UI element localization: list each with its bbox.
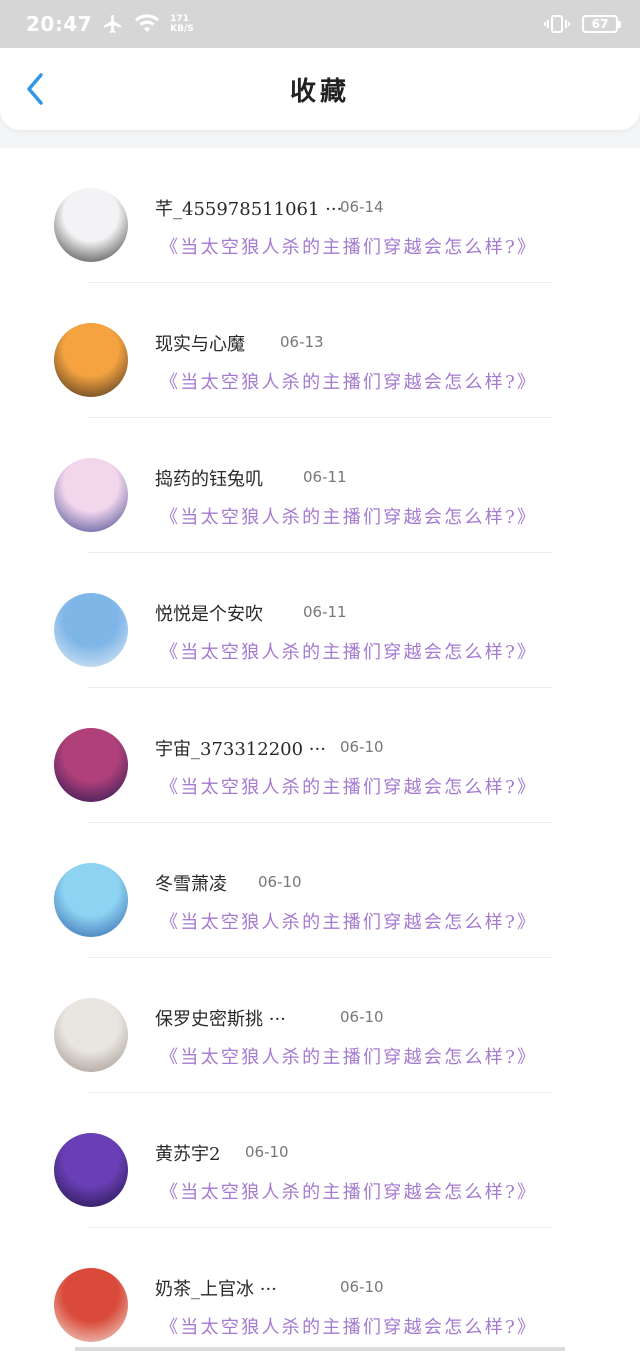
favorite-title-link[interactable]: 《当太空狼人杀的主播们穿越会怎么样?》 <box>160 908 537 934</box>
favorite-title-link[interactable]: 《当太空狼人杀的主播们穿越会怎么样?》 <box>160 1313 537 1339</box>
favorite-date: 06-10 <box>340 1008 384 1026</box>
favorites-list[interactable]: 芊_455978511061 ··· 06-14 《当太空狼人杀的主播们穿越会怎么样… <box>0 148 640 1351</box>
avatar[interactable] <box>54 1133 128 1207</box>
status-left: 20:47 171 KB/S <box>26 12 194 36</box>
status-time: 20:47 <box>26 12 93 36</box>
status-right: 67 <box>544 14 621 34</box>
favorite-date: 06-10 <box>258 873 302 891</box>
avatar[interactable] <box>54 728 128 802</box>
wifi-icon <box>134 14 160 34</box>
favorite-date: 06-13 <box>280 333 324 351</box>
avatar[interactable] <box>54 1268 128 1342</box>
speed-unit: KB/S <box>170 24 194 34</box>
back-button[interactable] <box>18 72 52 110</box>
favorite-date: 06-14 <box>340 198 384 216</box>
list-item[interactable]: 冬雪萧凌 06-10 《当太空狼人杀的主播们穿越会怎么样?》 <box>0 823 640 958</box>
favorite-title-link[interactable]: 《当太空狼人杀的主播们穿越会怎么样?》 <box>160 368 537 394</box>
favorite-date: 06-11 <box>303 468 347 486</box>
favorite-date: 06-10 <box>340 738 384 756</box>
avatar[interactable] <box>54 863 128 937</box>
airplane-icon <box>102 13 124 35</box>
user-name: 悦悦是个安吹 <box>155 604 263 625</box>
favorite-title-link[interactable]: 《当太空狼人杀的主播们穿越会怎么样?》 <box>160 233 537 259</box>
chevron-left-icon <box>24 72 46 110</box>
network-speed: 171 KB/S <box>170 14 194 34</box>
avatar[interactable] <box>54 188 128 262</box>
scroll-indicator <box>75 1347 565 1351</box>
favorite-title-link[interactable]: 《当太空狼人杀的主播们穿越会怎么样?》 <box>160 638 537 664</box>
user-name: 捣药的钰兔叽 <box>155 469 263 490</box>
list-item[interactable]: 保罗史密斯挑 ··· 06-10 《当太空狼人杀的主播们穿越会怎么样?》 <box>0 958 640 1093</box>
page-title: 收藏 <box>289 76 350 107</box>
favorite-date: 06-10 <box>245 1143 289 1161</box>
favorite-title-link[interactable]: 《当太空狼人杀的主播们穿越会怎么样?》 <box>160 1043 537 1069</box>
list-item[interactable]: 捣药的钰兔叽 06-11 《当太空狼人杀的主播们穿越会怎么样?》 <box>0 418 640 553</box>
speed-value: 171 <box>170 14 189 24</box>
list-item[interactable]: 现实与心魔 06-13 《当太空狼人杀的主播们穿越会怎么样?》 <box>0 283 640 418</box>
list-item[interactable]: 悦悦是个安吹 06-11 《当太空狼人杀的主播们穿越会怎么样?》 <box>0 553 640 688</box>
list-item[interactable]: 奶茶_上官冰 ··· 06-10 《当太空狼人杀的主播们穿越会怎么样?》 <box>0 1228 640 1351</box>
favorite-date: 06-11 <box>303 603 347 621</box>
list-item[interactable]: 芊_455978511061 ··· 06-14 《当太空狼人杀的主播们穿越会怎么样… <box>0 148 640 283</box>
avatar[interactable] <box>54 323 128 397</box>
user-name: 现实与心魔 <box>155 334 245 355</box>
status-bar: 20:47 171 KB/S 67 <box>0 0 640 48</box>
avatar[interactable] <box>54 458 128 532</box>
avatar[interactable] <box>54 998 128 1072</box>
favorite-title-link[interactable]: 《当太空狼人杀的主播们穿越会怎么样?》 <box>160 1178 537 1204</box>
vibrate-icon <box>544 14 570 34</box>
favorite-date: 06-10 <box>340 1278 384 1296</box>
header: 收藏 <box>0 48 640 130</box>
favorite-title-link[interactable]: 《当太空狼人杀的主播们穿越会怎么样?》 <box>160 503 537 529</box>
list-item[interactable]: 黄苏宇2 06-10 《当太空狼人杀的主播们穿越会怎么样?》 <box>0 1093 640 1228</box>
battery-indicator: 67 <box>582 15 621 33</box>
list-item[interactable]: 宇宙_373312200 ··· 06-10 《当太空狼人杀的主播们穿越会怎么样?》 <box>0 688 640 823</box>
avatar[interactable] <box>54 593 128 667</box>
favorite-title-link[interactable]: 《当太空狼人杀的主播们穿越会怎么样?》 <box>160 773 537 799</box>
